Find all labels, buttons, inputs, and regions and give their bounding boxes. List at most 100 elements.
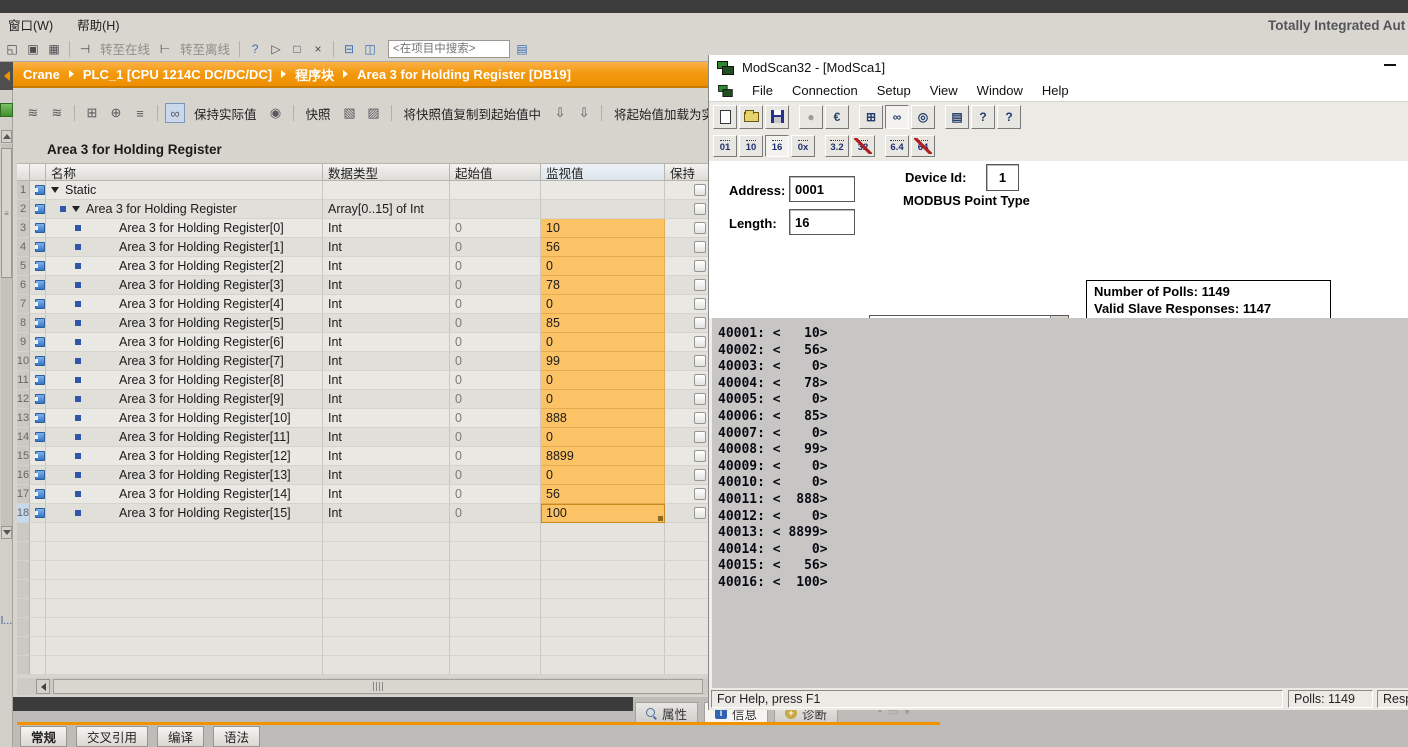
split-horizontal-icon[interactable]: ⊟ [340,40,358,58]
variable-name-cell[interactable]: Area 3 for Holding Register[11] [46,428,323,447]
open-file-icon[interactable] [739,105,763,129]
go-online-button[interactable]: 转至在线 [97,39,153,58]
monitor-value-cell[interactable]: 8899 [541,447,665,466]
freeze-lock-icon[interactable]: ◉ [266,103,286,123]
retain-checkbox[interactable] [694,488,706,500]
menu-item-1[interactable]: 帮助(H) [75,14,121,35]
export-icon[interactable]: € [825,105,849,129]
variable-name-cell[interactable]: Area 3 for Holding Register[1] [46,238,323,257]
expand-arrow-icon[interactable] [51,187,59,193]
fmt-decimal-button[interactable]: 16 [765,135,789,157]
tab-交叉引用[interactable]: 交叉引用 [76,726,148,747]
row-number[interactable]: 14 [17,428,30,447]
start-value-cell[interactable]: 0 [450,409,541,428]
snapshot-button[interactable]: 快照 [301,102,336,125]
tree-view-icon[interactable]: ⊞ [859,105,883,129]
menu-connection[interactable]: Connection [792,83,858,98]
row-number[interactable]: 10 [17,352,30,371]
retain-checkbox[interactable] [694,184,706,196]
snapshot-up2-icon[interactable]: ▨ [364,103,384,123]
data-type-cell[interactable]: Int [323,390,450,409]
start-value-cell[interactable]: 0 [450,428,541,447]
data-type-cell[interactable]: Int [323,428,450,447]
vertical-scrollbar-thumb[interactable]: ≡ [1,148,12,278]
copy-down-icon[interactable]: ⇩ [550,103,570,123]
variable-name-cell[interactable]: Static [46,181,323,200]
start-value-cell[interactable] [450,181,541,200]
retain-checkbox[interactable] [694,507,706,519]
data-type-cell[interactable]: Int [323,333,450,352]
address-input[interactable]: 0001 [789,176,855,202]
inspector-tab-属性[interactable]: 属性 [635,702,698,723]
online-diagnostics-icon[interactable]: ? [246,40,264,58]
variable-name-cell[interactable]: Area 3 for Holding Register[2] [46,257,323,276]
retain-checkbox[interactable] [694,450,706,462]
copy-down2-icon[interactable]: ⇩ [574,103,594,123]
data-type-cell[interactable]: Int [323,276,450,295]
length-input[interactable]: 16 [789,209,855,235]
variable-name-cell[interactable]: Area 3 for Holding Register [46,200,323,219]
retain-checkbox[interactable] [694,222,706,234]
row-number[interactable]: 9 [17,333,30,352]
go-offline-plug-icon[interactable]: ⊢ [156,40,174,58]
monitor-all-icon[interactable]: ∞ [165,103,185,123]
data-type-cell[interactable]: Int [323,219,450,238]
variable-name-cell[interactable]: Area 3 for Holding Register[6] [46,333,323,352]
zoom-view-icon[interactable]: ◎ [911,105,935,129]
row-number[interactable]: 2 [17,200,30,219]
start-value-cell[interactable]: 0 [450,447,541,466]
data-type-cell[interactable]: Int [323,314,450,333]
data-type-cell[interactable]: Int [323,257,450,276]
fmt-double64-button[interactable]: 6.4 [885,135,909,157]
start-value-cell[interactable]: 0 [450,390,541,409]
monitor-value-cell[interactable] [541,200,665,219]
help-icon[interactable]: ? [971,105,995,129]
snapshot-up-icon[interactable]: ▧ [340,103,360,123]
monitor-icon[interactable]: ▣ [24,40,42,58]
row-number[interactable]: 6 [17,276,30,295]
breadcrumb-item-2[interactable]: 程序块 [295,65,334,84]
variable-name-cell[interactable]: Area 3 for Holding Register[15] [46,504,323,523]
retain-checkbox[interactable] [694,469,706,481]
tab-编译[interactable]: 编译 [157,726,204,747]
context-help-icon[interactable]: ? [997,105,1021,129]
data-type-cell[interactable]: Int [323,409,450,428]
row-number[interactable]: 7 [17,295,30,314]
go-online-plug-icon[interactable]: ⊣ [76,40,94,58]
variable-name-cell[interactable]: Area 3 for Holding Register[12] [46,447,323,466]
search-project-icon[interactable]: ▤ [513,40,531,58]
monitor-rt-icon[interactable]: ▦ [45,40,63,58]
retain-checkbox[interactable] [694,279,706,291]
monitor-value-cell[interactable]: 56 [541,485,665,504]
new-file-icon[interactable] [713,105,737,129]
row-number[interactable]: 13 [17,409,30,428]
row-number[interactable]: 1 [17,181,30,200]
row-number[interactable]: 12 [17,390,30,409]
save-file-icon[interactable] [765,105,789,129]
fmt-coil-button[interactable]: 01 [713,135,737,157]
go-offline-button[interactable]: 转至离线 [177,39,233,58]
monitor-value-cell[interactable]: 0 [541,295,665,314]
start-value-cell[interactable]: 0 [450,371,541,390]
row-number[interactable]: 11 [17,371,30,390]
start-value-cell[interactable]: 0 [450,504,541,523]
variable-name-cell[interactable]: Area 3 for Holding Register[8] [46,371,323,390]
retain-checkbox[interactable] [694,355,706,367]
breadcrumb-item-3[interactable]: Area 3 for Holding Register [DB19] [357,67,571,82]
split-vertical-icon[interactable]: ◫ [361,40,379,58]
variable-name-cell[interactable]: Area 3 for Holding Register[10] [46,409,323,428]
expand-all-icon[interactable]: ≋ [23,103,43,123]
row-list-icon[interactable]: ≡ [130,103,150,123]
data-type-cell[interactable]: Int [323,295,450,314]
insert-row-icon[interactable]: ⊞ [82,103,102,123]
variable-name-cell[interactable]: Area 3 for Holding Register[3] [46,276,323,295]
monitor-value-cell[interactable] [541,181,665,200]
tab-语法[interactable]: 语法 [213,726,260,747]
menu-help[interactable]: Help [1042,83,1069,98]
horizontal-scrollbar-thumb[interactable] [53,679,703,694]
tab-常规[interactable]: 常规 [20,726,67,747]
monitor-value-cell[interactable]: 99 [541,352,665,371]
monitor-value-cell[interactable]: 85 [541,314,665,333]
monitor-value-cell[interactable]: 0 [541,428,665,447]
start-value-cell[interactable]: 0 [450,466,541,485]
